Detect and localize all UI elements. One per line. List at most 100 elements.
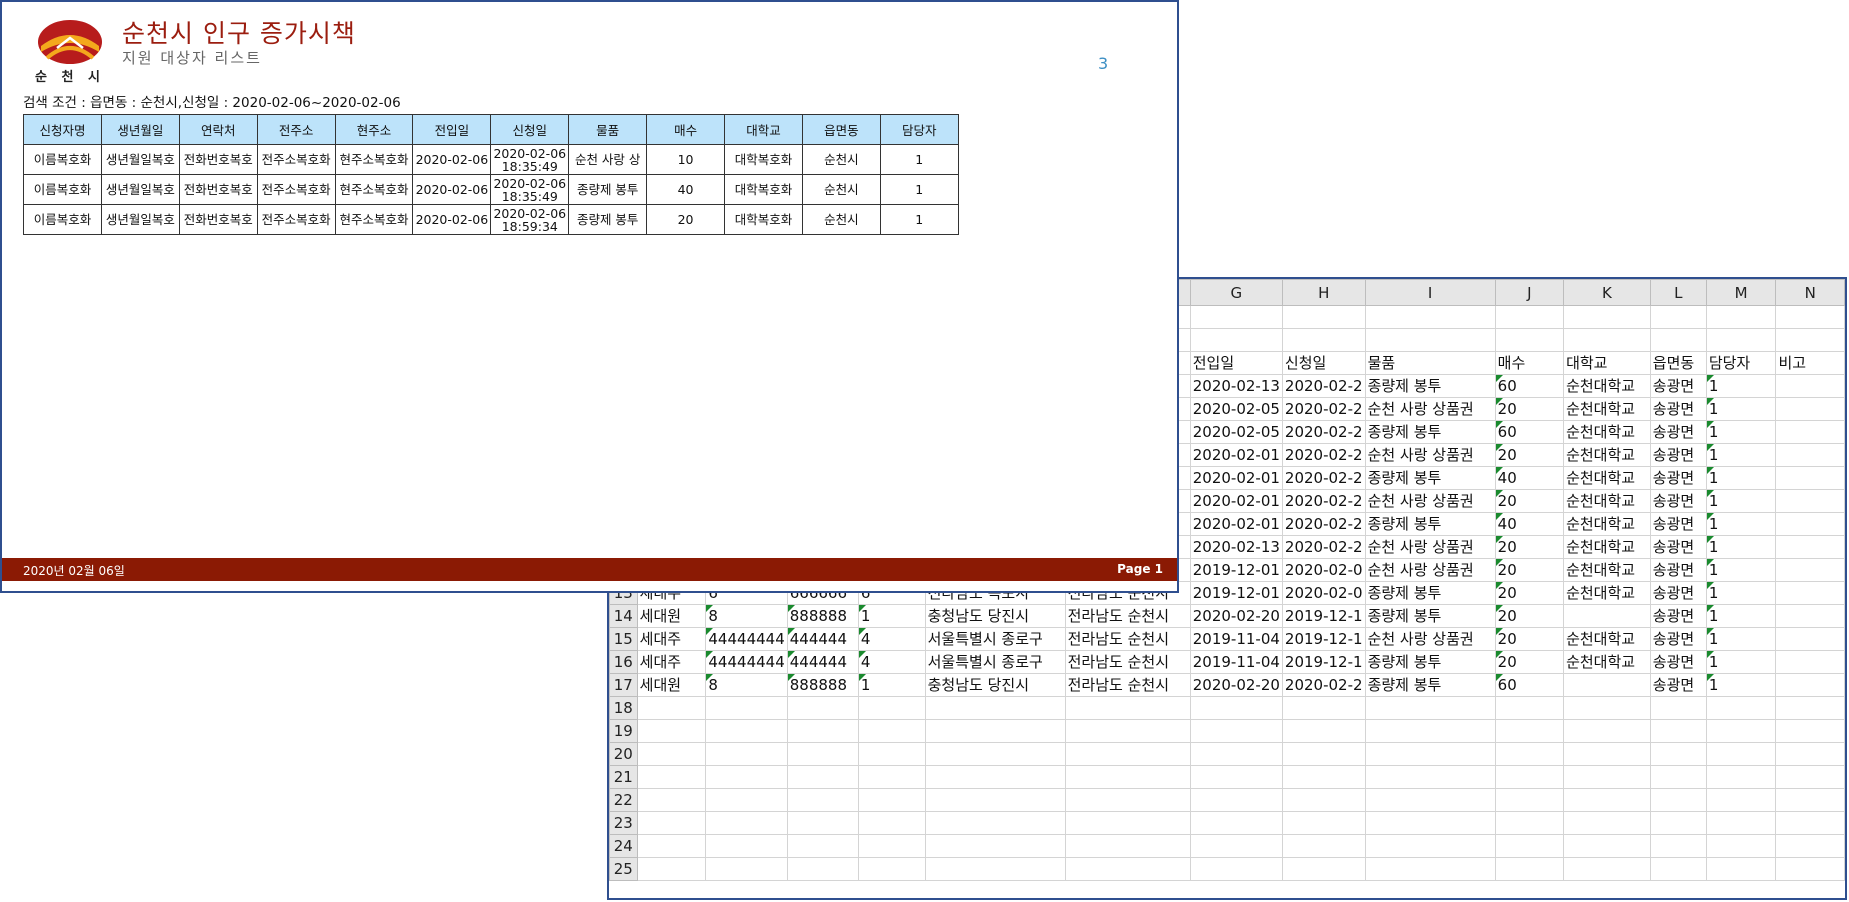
- sheet-cell[interactable]: [1064, 741, 1191, 766]
- sheet-cell[interactable]: 1: [1705, 419, 1777, 444]
- sheet-cell[interactable]: 종량제 봉투: [1364, 672, 1496, 697]
- sheet-cell[interactable]: 1: [1705, 442, 1777, 467]
- sheet-cell[interactable]: [1649, 764, 1707, 789]
- sheet-cell[interactable]: [1775, 810, 1845, 835]
- column-letter[interactable]: N: [1775, 279, 1845, 306]
- sheet-cell[interactable]: [1775, 695, 1845, 720]
- sheet-cell[interactable]: [857, 718, 926, 743]
- sheet-cell[interactable]: [1281, 764, 1366, 789]
- sheet-cell[interactable]: [857, 695, 926, 720]
- sheet-cell[interactable]: [1281, 327, 1366, 352]
- sheet-cell[interactable]: [1281, 741, 1366, 766]
- sheet-cell[interactable]: 순천대학교: [1563, 626, 1651, 651]
- sheet-cell[interactable]: 2020-02-2: [1281, 396, 1366, 421]
- sheet-cell[interactable]: 송광면: [1649, 534, 1707, 559]
- sheet-cell[interactable]: 2020-02-01: [1189, 511, 1283, 536]
- sheet-cell[interactable]: 종량제 봉투: [1364, 419, 1496, 444]
- sheet-cell[interactable]: 송광면: [1649, 442, 1707, 467]
- sheet-header-cell[interactable]: 비고: [1775, 350, 1845, 375]
- sheet-cell[interactable]: [1649, 833, 1707, 858]
- sheet-cell[interactable]: [1189, 305, 1283, 329]
- sheet-cell[interactable]: 순천 사랑 상품권: [1364, 534, 1496, 559]
- sheet-cell[interactable]: 순천 사랑 상품권: [1364, 396, 1496, 421]
- sheet-cell[interactable]: 전라남도 순천시: [1064, 603, 1191, 628]
- sheet-cell[interactable]: 2019-11-04: [1189, 649, 1283, 674]
- sheet-cell[interactable]: 순천 사랑 상품권: [1364, 626, 1496, 651]
- sheet-cell[interactable]: [1494, 327, 1565, 352]
- sheet-cell[interactable]: [1705, 305, 1777, 329]
- sheet-cell[interactable]: [1189, 327, 1283, 352]
- sheet-cell[interactable]: 2020-02-2: [1281, 488, 1366, 513]
- sheet-cell[interactable]: [636, 810, 707, 835]
- column-letter[interactable]: M: [1705, 279, 1777, 306]
- sheet-cell[interactable]: 순천대학교: [1563, 580, 1651, 605]
- sheet-cell[interactable]: [1649, 787, 1707, 812]
- sheet-cell[interactable]: [924, 695, 1066, 720]
- sheet-cell[interactable]: 2020-02-2: [1281, 373, 1366, 398]
- sheet-cell[interactable]: 2020-02-0: [1281, 557, 1366, 582]
- sheet-cell[interactable]: 순천 사랑 상품권: [1364, 557, 1496, 582]
- sheet-cell[interactable]: [924, 764, 1066, 789]
- sheet-cell[interactable]: [1364, 764, 1496, 789]
- sheet-cell[interactable]: [1364, 787, 1496, 812]
- sheet-cell[interactable]: 순천대학교: [1563, 511, 1651, 536]
- sheet-cell[interactable]: 60: [1494, 672, 1565, 697]
- column-letter[interactable]: J: [1494, 279, 1565, 306]
- sheet-cell[interactable]: 20: [1494, 626, 1565, 651]
- sheet-cell[interactable]: [1775, 603, 1845, 628]
- sheet-cell[interactable]: [1649, 695, 1707, 720]
- sheet-cell[interactable]: 순천대학교: [1563, 465, 1651, 490]
- sheet-header-cell[interactable]: 담당자: [1705, 350, 1777, 375]
- sheet-cell[interactable]: [1775, 649, 1845, 674]
- sheet-cell[interactable]: 2019-12-1: [1281, 649, 1366, 674]
- sheet-header-cell[interactable]: 전입일: [1189, 350, 1283, 375]
- sheet-cell[interactable]: [1775, 488, 1845, 513]
- sheet-cell[interactable]: 4: [857, 626, 926, 651]
- sheet-cell[interactable]: [1563, 764, 1651, 789]
- sheet-cell[interactable]: 순천대학교: [1563, 534, 1651, 559]
- sheet-cell[interactable]: 순천대학교: [1563, 396, 1651, 421]
- sheet-cell[interactable]: 순천대학교: [1563, 557, 1651, 582]
- sheet-cell[interactable]: [1775, 672, 1845, 697]
- sheet-cell[interactable]: [1189, 787, 1283, 812]
- sheet-cell[interactable]: [1649, 327, 1707, 352]
- row-number[interactable]: 24: [609, 833, 638, 858]
- sheet-cell[interactable]: 20: [1494, 442, 1565, 467]
- sheet-cell[interactable]: 20: [1494, 396, 1565, 421]
- sheet-cell[interactable]: 송광면: [1649, 511, 1707, 536]
- sheet-cell[interactable]: 1: [1705, 580, 1777, 605]
- sheet-cell[interactable]: [1775, 327, 1845, 352]
- column-letter[interactable]: I: [1364, 279, 1496, 306]
- sheet-cell[interactable]: 전라남도 순천시: [1064, 649, 1191, 674]
- sheet-cell[interactable]: 2020-02-05: [1189, 419, 1283, 444]
- sheet-cell[interactable]: [1775, 442, 1845, 467]
- sheet-cell[interactable]: [1705, 695, 1777, 720]
- sheet-cell[interactable]: 2020-02-20: [1189, 603, 1283, 628]
- sheet-cell[interactable]: [786, 741, 859, 766]
- sheet-cell[interactable]: 44444444: [705, 649, 788, 674]
- sheet-cell[interactable]: [1364, 856, 1496, 881]
- sheet-cell[interactable]: [705, 718, 788, 743]
- sheet-cell[interactable]: 순천대학교: [1563, 419, 1651, 444]
- sheet-cell[interactable]: [636, 741, 707, 766]
- sheet-cell[interactable]: 4: [857, 649, 926, 674]
- sheet-cell[interactable]: 1: [1705, 672, 1777, 697]
- sheet-cell[interactable]: [705, 833, 788, 858]
- sheet-cell[interactable]: [1189, 810, 1283, 835]
- sheet-cell[interactable]: 서울특별시 종로구: [924, 649, 1066, 674]
- sheet-cell[interactable]: [1775, 741, 1845, 766]
- sheet-cell[interactable]: 8: [705, 672, 788, 697]
- sheet-header-cell[interactable]: 읍면동: [1649, 350, 1707, 375]
- sheet-cell[interactable]: 1: [1705, 488, 1777, 513]
- sheet-cell[interactable]: 송광면: [1649, 603, 1707, 628]
- sheet-cell[interactable]: [1364, 833, 1496, 858]
- sheet-cell[interactable]: [1649, 856, 1707, 881]
- sheet-cell[interactable]: [1563, 833, 1651, 858]
- sheet-cell[interactable]: [1281, 718, 1366, 743]
- row-number[interactable]: 21: [609, 764, 638, 789]
- sheet-cell[interactable]: 송광면: [1649, 419, 1707, 444]
- sheet-cell[interactable]: [1775, 787, 1845, 812]
- sheet-cell[interactable]: [1775, 534, 1845, 559]
- sheet-cell[interactable]: 60: [1494, 419, 1565, 444]
- sheet-cell[interactable]: [636, 787, 707, 812]
